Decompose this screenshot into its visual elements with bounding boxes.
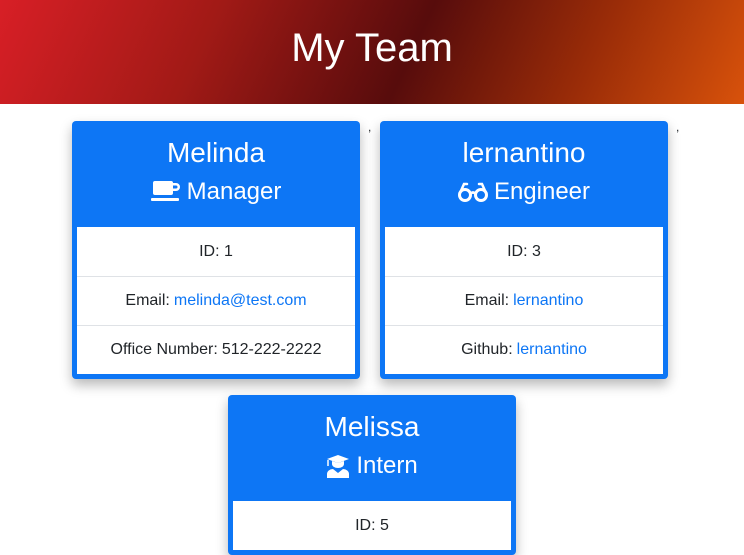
- member-role-label: Engineer: [493, 178, 591, 205]
- member-role: Engineer: [385, 177, 663, 207]
- member-details-list: ID: 3 Email: lernantino Github: lernanti…: [385, 227, 663, 374]
- member-id-text: ID: 3: [507, 242, 541, 260]
- separator-comma: ,: [676, 120, 680, 134]
- separator-comma: ,: [368, 120, 372, 134]
- team-member-card-engineer: lernantino Engineer ID: 3 Email: lernant…: [380, 121, 668, 379]
- member-name: lernantino: [462, 137, 586, 168]
- member-github: Github: lernantino: [385, 325, 663, 374]
- glasses-icon: [457, 181, 488, 203]
- member-details-list: ID: 5: [233, 501, 511, 550]
- office-number-label: Office Number:: [110, 341, 218, 358]
- team-member-card-manager: Melinda Manager ID: 1 Email: melinda@tes…: [72, 121, 360, 379]
- member-id-text: ID: 1: [199, 242, 233, 260]
- graduate-icon: [326, 454, 350, 478]
- member-email: Email: lernantino: [385, 276, 663, 325]
- page-title: My Team: [291, 26, 453, 70]
- office-number-value: 512-222-2222: [221, 341, 322, 358]
- email-link[interactable]: lernantino: [513, 292, 583, 310]
- member-role-label: Manager: [186, 178, 282, 205]
- email-link[interactable]: melinda@test.com: [174, 292, 307, 310]
- member-name: Melinda: [166, 137, 266, 168]
- member-id: ID: 3: [385, 227, 663, 276]
- member-role: Manager: [77, 177, 355, 207]
- member-id-text: ID: 5: [355, 516, 389, 534]
- page-header-banner: My Team: [0, 0, 744, 104]
- github-label: Github:: [461, 341, 513, 358]
- member-name: Melissa: [324, 411, 420, 442]
- email-label: Email:: [125, 292, 170, 309]
- card-header: Melinda Manager: [77, 121, 355, 227]
- member-office-number: Office Number: 512-222-2222: [77, 325, 355, 374]
- member-role-label: Intern: [356, 452, 418, 479]
- member-details-list: ID: 1 Email: melinda@test.com Office Num…: [77, 227, 355, 374]
- member-role: Intern: [233, 451, 511, 481]
- card-header: Melissa Intern: [233, 395, 511, 501]
- member-email: Email: melinda@test.com: [77, 276, 355, 325]
- team-member-card-intern: Melissa Intern ID: 5: [228, 395, 516, 555]
- member-id: ID: 1: [77, 227, 355, 276]
- coffee-mug-icon: [150, 181, 181, 203]
- card-header: lernantino Engineer: [385, 121, 663, 227]
- member-id: ID: 5: [233, 501, 511, 550]
- email-label: Email:: [464, 292, 510, 309]
- github-link[interactable]: lernantino: [517, 341, 587, 359]
